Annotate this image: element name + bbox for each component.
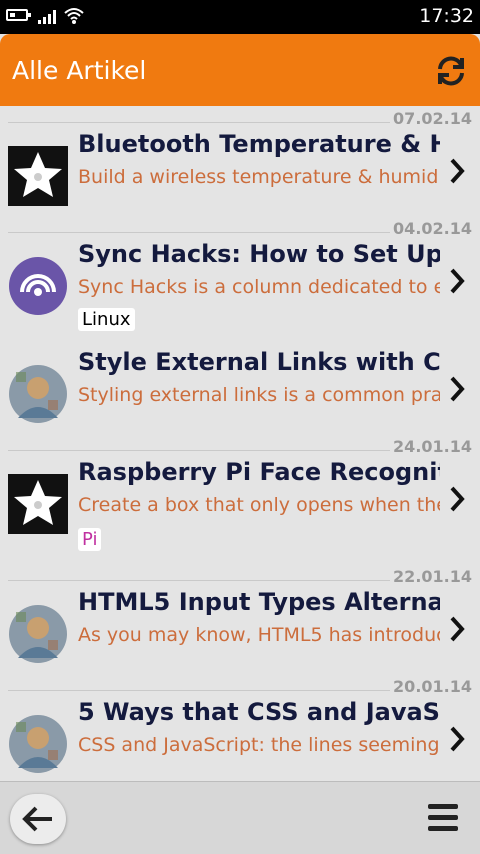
article-item[interactable]: Style External Links with CSS Styling ext… (0, 346, 480, 434)
separator-line (8, 232, 390, 233)
page-title: Alle Artikel (12, 56, 147, 85)
refresh-icon[interactable] (434, 54, 468, 88)
article-item[interactable]: Sync Hacks: How to Set Up BitTorrent Sync… (0, 238, 480, 346)
separator-line (8, 690, 390, 691)
toolbar (0, 781, 480, 854)
article-item[interactable]: HTML5 Input Types Alternatives As you may… (0, 586, 480, 674)
article-title: Bluetooth Temperature & Humidity (78, 130, 440, 158)
chevron-right-icon[interactable] (448, 266, 466, 296)
article-title: HTML5 Input Types Alternatives (78, 588, 440, 616)
menu-button[interactable] (428, 804, 458, 834)
wifi-icon (64, 8, 84, 24)
chevron-right-icon[interactable] (448, 374, 466, 404)
article-item[interactable]: Bluetooth Temperature & Humidity Build a … (0, 128, 480, 216)
chevron-right-icon[interactable] (448, 724, 466, 754)
back-button[interactable] (10, 794, 66, 844)
article-title: Raspberry Pi Face Recognition (78, 458, 440, 486)
back-arrow-icon (22, 806, 52, 832)
article-item[interactable]: 5 Ways that CSS and JavaScript CSS and Ja… (0, 696, 480, 782)
date-separator: 24.01.14 (0, 434, 480, 456)
avatar-icon (8, 714, 68, 774)
article-title: Sync Hacks: How to Set Up BitTorrent (78, 240, 440, 268)
article-summary: Sync Hacks is a column dedicated to expl… (78, 276, 440, 298)
article-title: 5 Ways that CSS and JavaScript (78, 698, 440, 726)
article-list: 07.02.14Bluetooth Temperature & Humidity… (0, 106, 480, 782)
article-date: 07.02.14 (393, 109, 472, 128)
separator-line (8, 580, 390, 581)
app-header: Alle Artikel (0, 34, 480, 106)
article-summary: As you may know, HTML5 has introduced (78, 624, 440, 646)
chevron-right-icon[interactable] (448, 614, 466, 644)
separator-line (8, 122, 390, 123)
article-summary: Build a wireless temperature & humidity (78, 166, 440, 188)
star-icon (8, 474, 68, 534)
article-date: 24.01.14 (393, 437, 472, 456)
separator-line (8, 450, 390, 451)
date-separator: 07.02.14 (0, 106, 480, 128)
star-icon (8, 146, 68, 206)
chevron-right-icon[interactable] (448, 156, 466, 186)
menu-icon (428, 804, 458, 809)
clock: 17:32 (419, 5, 474, 27)
article-date: 04.02.14 (393, 219, 472, 238)
article-summary: Create a box that only opens when the (78, 494, 440, 516)
chevron-right-icon[interactable] (448, 484, 466, 514)
battery-icon (6, 9, 31, 21)
article-date: 20.01.14 (393, 677, 472, 696)
signal-icon (38, 8, 60, 24)
date-separator: 22.01.14 (0, 564, 480, 586)
article-date: 22.01.14 (393, 567, 472, 586)
article-summary: Styling external links is a common pract… (78, 384, 440, 406)
bittorrent-icon (8, 256, 68, 316)
date-separator: 20.01.14 (0, 674, 480, 696)
avatar-icon (8, 364, 68, 424)
status-bar: 17:32 (0, 0, 480, 34)
article-title: Style External Links with CSS (78, 348, 440, 376)
article-summary: CSS and JavaScript: the lines seeming (78, 734, 440, 756)
avatar-icon (8, 604, 68, 664)
article-item[interactable]: Raspberry Pi Face Recognition Create a bo… (0, 456, 480, 564)
article-tag[interactable]: Pi (78, 528, 102, 551)
article-tag[interactable]: Linux (78, 308, 135, 331)
date-separator: 04.02.14 (0, 216, 480, 238)
